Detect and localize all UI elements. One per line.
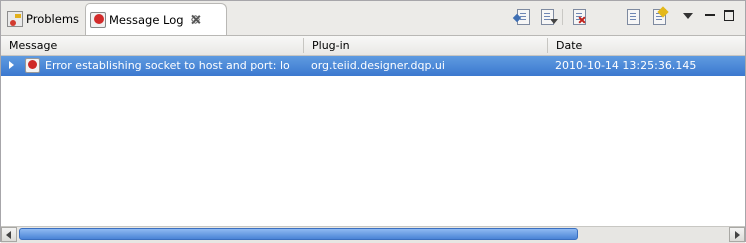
- tab-message-log[interactable]: Message Log: [85, 3, 227, 35]
- horizontal-scrollbar[interactable]: [1, 226, 745, 243]
- clear-log-viewer-icon[interactable]: [570, 7, 588, 27]
- scrollbar-thumb[interactable]: [19, 228, 578, 240]
- column-header-message[interactable]: Message: [1, 36, 305, 55]
- message-log-icon: [90, 11, 106, 28]
- message-log-view: Problems Message Log Message Plug-in Dat…: [0, 0, 746, 243]
- message-cell: Error establishing socket to host and po…: [45, 59, 290, 72]
- problems-icon: [7, 11, 23, 27]
- tab-problems[interactable]: Problems: [3, 4, 83, 34]
- date-cell: 2010-10-14 13:25:36.145: [555, 59, 697, 72]
- scroll-left-button[interactable]: [1, 227, 17, 242]
- export-log-icon[interactable]: [512, 7, 532, 27]
- close-tab-icon[interactable]: [190, 14, 201, 25]
- tab-problems-label: Problems: [26, 12, 80, 26]
- plugin-cell: org.teiid.designer.dqp.ui: [311, 59, 445, 72]
- tab-message-log-label: Message Log: [109, 12, 184, 27]
- delete-log-icon[interactable]: [596, 7, 614, 27]
- table-row[interactable]: Error establishing socket to host and po…: [1, 56, 745, 76]
- column-header-date[interactable]: Date: [548, 36, 746, 55]
- view-toolbar: [510, 6, 745, 29]
- log-table-body: Error establishing socket to host and po…: [1, 56, 745, 224]
- minimize-icon[interactable]: [705, 14, 715, 16]
- table-header: Message Plug-in Date: [1, 36, 745, 56]
- open-log-icon[interactable]: [624, 7, 642, 27]
- restore-log-icon[interactable]: [650, 6, 669, 27]
- error-icon: [25, 58, 40, 73]
- expand-arrow-icon[interactable]: [9, 61, 14, 69]
- scroll-right-button[interactable]: [729, 227, 745, 242]
- column-header-plugin[interactable]: Plug-in: [304, 36, 548, 55]
- view-menu-icon[interactable]: [683, 13, 693, 19]
- import-log-icon[interactable]: [538, 7, 558, 27]
- toolbar-separator: [562, 9, 563, 25]
- view-tab-bar: Problems Message Log: [1, 1, 745, 36]
- maximize-icon[interactable]: [724, 10, 734, 21]
